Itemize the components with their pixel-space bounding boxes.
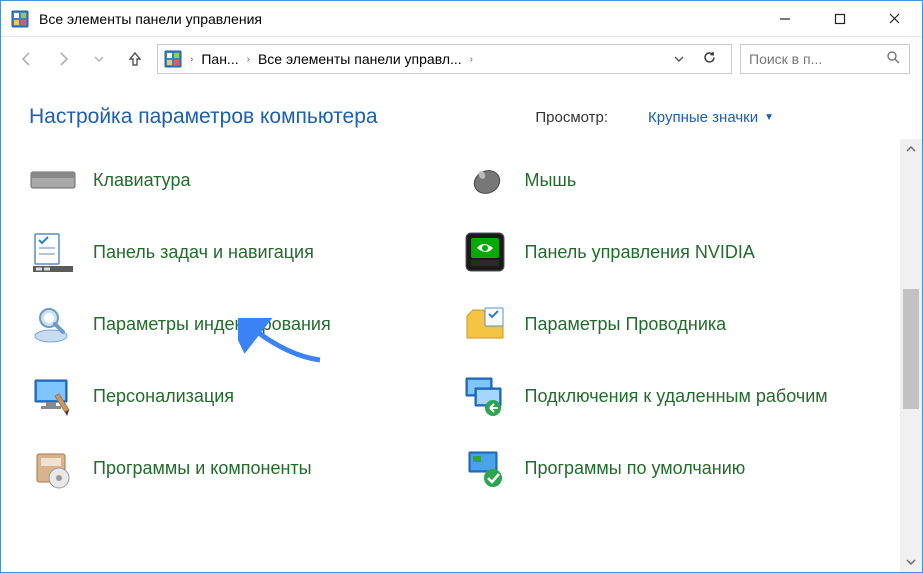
refresh-button[interactable] (694, 50, 725, 68)
item-personalization[interactable]: Персонализация (29, 367, 441, 425)
item-label: Персонализация (93, 385, 234, 408)
chevron-right-icon[interactable]: › (188, 54, 195, 65)
window-controls (757, 1, 922, 36)
keyboard-icon (29, 156, 77, 204)
control-panel-icon (11, 10, 29, 28)
address-dropdown[interactable] (670, 51, 688, 67)
indexing-icon (29, 300, 77, 348)
toolbar: › Пан... › Все элементы панели управл...… (1, 37, 922, 81)
search-placeholder: Поиск в п... (749, 51, 886, 67)
item-explorer-opts[interactable]: Параметры Проводника (461, 295, 873, 353)
close-button[interactable] (867, 1, 922, 36)
item-nvidia[interactable]: Панель управления NVIDIA (461, 223, 873, 281)
view-select[interactable]: Крупные значки ▼ (648, 109, 774, 126)
scroll-down-button[interactable] (900, 552, 922, 572)
item-label: Параметры индексирования (93, 313, 331, 336)
vertical-scrollbar[interactable] (900, 139, 922, 572)
item-label: Мышь (525, 169, 577, 192)
view-label: Просмотр: (535, 109, 608, 126)
search-icon (886, 50, 901, 68)
nvidia-icon (461, 228, 509, 276)
items-grid: Клавиатура Мышь Панель задач и навигация… (1, 139, 900, 572)
programs-icon (29, 444, 77, 492)
mouse-icon (461, 156, 509, 204)
back-button[interactable] (13, 45, 41, 73)
control-panel-icon (164, 50, 182, 68)
control-panel-window: Все элементы панели управления › Пан... … (0, 0, 923, 573)
content-area: Клавиатура Мышь Панель задач и навигация… (1, 139, 922, 572)
taskbar-icon (29, 228, 77, 276)
item-label: Подключения к удаленным рабочим (525, 385, 828, 408)
forward-button[interactable] (49, 45, 77, 73)
personalization-icon (29, 372, 77, 420)
item-taskbar-nav[interactable]: Панель задач и навигация (29, 223, 441, 281)
window-title: Все элементы панели управления (39, 11, 757, 27)
up-button[interactable] (121, 45, 149, 73)
remote-desktop-icon (461, 372, 509, 420)
maximize-button[interactable] (812, 1, 867, 36)
titlebar: Все элементы панели управления (1, 1, 922, 37)
item-label: Программы по умолчанию (525, 457, 746, 480)
scroll-up-button[interactable] (900, 139, 922, 159)
address-bar[interactable]: › Пан... › Все элементы панели управл...… (157, 44, 732, 74)
breadcrumb-segment[interactable]: Пан... (201, 51, 238, 67)
scroll-thumb[interactable] (903, 289, 919, 409)
item-keyboard[interactable]: Клавиатура (29, 151, 441, 209)
item-label: Панель задач и навигация (93, 241, 314, 264)
breadcrumb-segment[interactable]: Все элементы панели управл... (258, 51, 462, 67)
item-label: Панель управления NVIDIA (525, 241, 755, 264)
item-remote-desktop[interactable]: Подключения к удаленным рабочим (461, 367, 873, 425)
heading-row: Настройка параметров компьютера Просмотр… (1, 81, 922, 139)
chevron-down-icon: ▼ (764, 112, 774, 123)
item-label: Параметры Проводника (525, 313, 727, 336)
chevron-right-icon[interactable]: › (245, 54, 252, 65)
search-input[interactable]: Поиск в п... (740, 44, 910, 74)
recent-dropdown[interactable] (85, 45, 113, 73)
scroll-track[interactable] (900, 159, 922, 552)
item-label: Программы и компоненты (93, 457, 312, 480)
chevron-right-icon[interactable]: › (468, 54, 475, 65)
item-programs[interactable]: Программы и компоненты (29, 439, 441, 497)
folder-options-icon (461, 300, 509, 348)
view-value: Крупные значки (648, 109, 758, 126)
item-mouse[interactable]: Мышь (461, 151, 873, 209)
item-indexing[interactable]: Параметры индексирования (29, 295, 441, 353)
item-label: Клавиатура (93, 169, 191, 192)
page-title: Настройка параметров компьютера (29, 105, 378, 129)
item-default-programs[interactable]: Программы по умолчанию (461, 439, 873, 497)
minimize-button[interactable] (757, 1, 812, 36)
default-programs-icon (461, 444, 509, 492)
